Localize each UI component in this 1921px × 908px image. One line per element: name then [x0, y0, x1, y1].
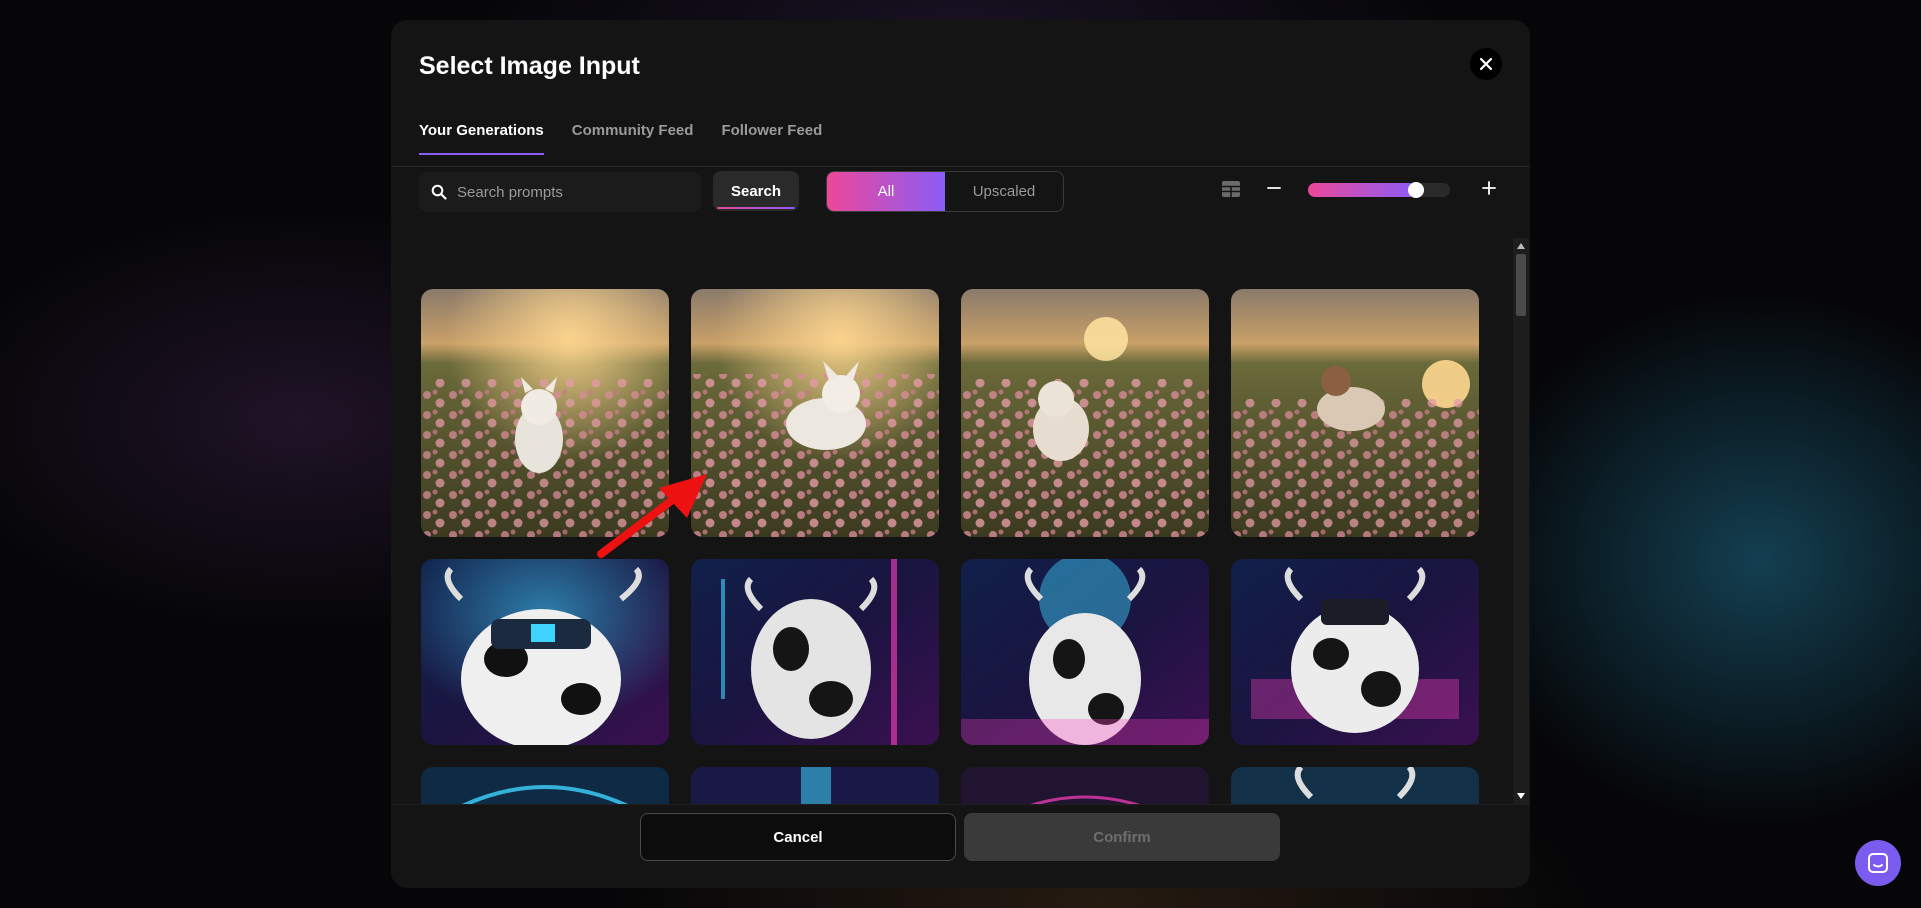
cow-image	[691, 559, 939, 745]
image-card[interactable]	[691, 767, 939, 804]
scrollbar-thumb[interactable]	[1516, 254, 1526, 316]
select-image-modal: Select Image Input Your Generations Comm…	[391, 20, 1530, 888]
footer-divider	[391, 804, 1530, 805]
cow-image	[421, 559, 669, 745]
slider-thumb[interactable]	[1407, 182, 1424, 198]
dog-image	[691, 289, 939, 537]
minus-icon[interactable]	[1264, 178, 1284, 198]
cow-image	[421, 767, 669, 804]
search-icon	[431, 184, 447, 200]
cow-image	[1231, 559, 1479, 745]
image-card[interactable]	[961, 289, 1209, 537]
image-card[interactable]	[691, 289, 939, 537]
image-card[interactable]	[1231, 559, 1479, 745]
dog-image	[1231, 289, 1479, 537]
filter-toggle: All Upscaled	[826, 171, 1064, 212]
image-card[interactable]	[961, 767, 1209, 804]
image-card[interactable]	[1231, 289, 1479, 537]
close-icon	[1479, 57, 1493, 71]
image-card[interactable]	[421, 559, 669, 745]
filter-all-button[interactable]: All	[827, 172, 945, 211]
cancel-button[interactable]: Cancel	[640, 813, 956, 861]
scroll-up-arrow-icon[interactable]	[1513, 240, 1529, 252]
slider-fill	[1308, 183, 1416, 197]
tab-divider	[391, 166, 1530, 167]
modal-title: Select Image Input	[419, 52, 640, 80]
image-grid	[391, 238, 1513, 804]
tab-follower-feed[interactable]: Follower Feed	[721, 122, 822, 155]
image-card[interactable]	[421, 289, 669, 537]
close-button[interactable]	[1470, 48, 1502, 80]
tab-your-generations[interactable]: Your Generations	[419, 122, 544, 155]
tab-community-feed[interactable]: Community Feed	[572, 122, 694, 155]
chat-support-button[interactable]	[1855, 840, 1901, 886]
search-button[interactable]: Search	[713, 171, 799, 211]
thumbnail-size-slider[interactable]	[1308, 182, 1450, 198]
scroll-down-arrow-icon[interactable]	[1513, 790, 1529, 802]
dog-image	[421, 289, 669, 537]
cow-image	[1231, 767, 1479, 804]
gallery-scrollbar[interactable]	[1513, 238, 1529, 804]
cow-image	[961, 767, 1209, 804]
grid-layout-icon[interactable]	[1221, 180, 1241, 198]
search-input[interactable]	[457, 183, 677, 201]
image-card[interactable]	[691, 559, 939, 745]
tab-bar: Your Generations Community Feed Follower…	[419, 122, 822, 155]
dog-image	[961, 289, 1209, 537]
image-card[interactable]	[961, 559, 1209, 745]
image-card[interactable]	[1231, 767, 1479, 804]
cow-image	[961, 559, 1209, 745]
image-card[interactable]	[421, 767, 669, 804]
cow-image	[691, 767, 939, 804]
filter-upscaled-button[interactable]: Upscaled	[945, 172, 1063, 211]
search-box	[419, 172, 701, 212]
plus-icon[interactable]	[1479, 178, 1499, 198]
chat-icon	[1868, 853, 1888, 873]
confirm-button[interactable]: Confirm	[964, 813, 1280, 861]
